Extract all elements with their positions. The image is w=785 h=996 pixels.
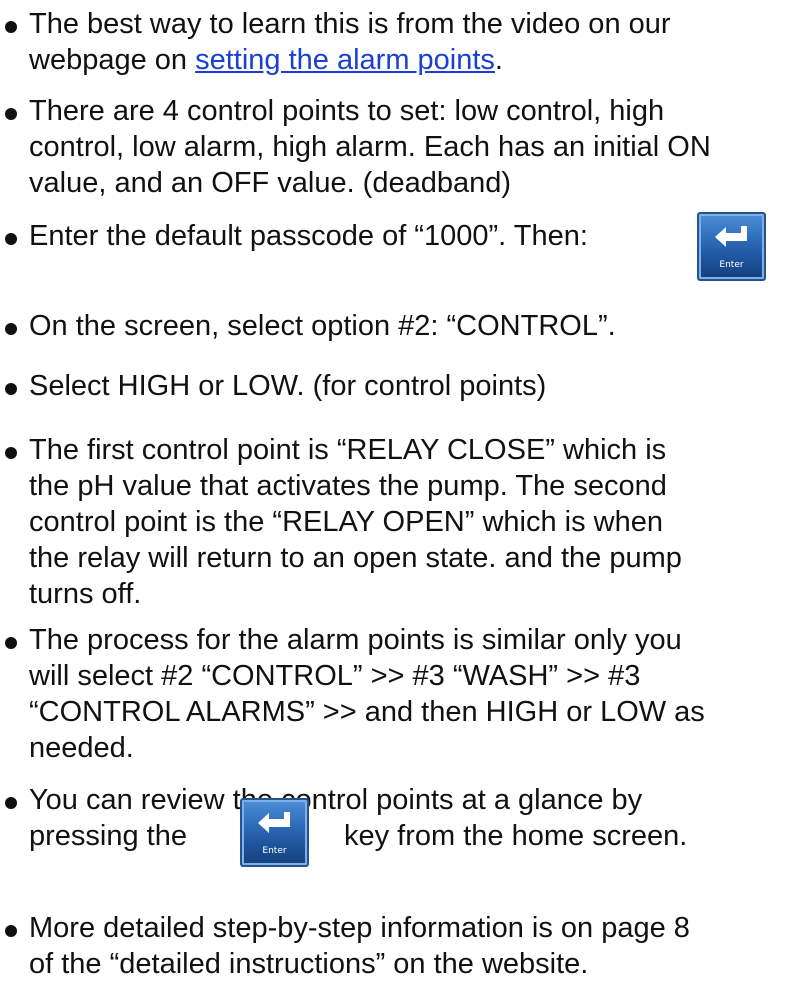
enter-arrow-icon (258, 812, 290, 833)
instruction-page: The best way to learn this is from the v… (0, 0, 785, 996)
enter-key-label: Enter (719, 260, 744, 270)
setting-alarm-points-link[interactable]: setting the alarm points (195, 44, 495, 76)
bullet-icon (5, 233, 17, 245)
enter-key-label: Enter (262, 846, 287, 856)
list-item: The first control point is “RELAY CLOSE”… (0, 432, 785, 612)
bullet-icon (5, 21, 17, 33)
bullet-icon (5, 925, 17, 937)
item-text: The best way to learn this is from the v… (29, 8, 671, 76)
bullet-icon (5, 323, 17, 335)
list-item: More detailed step-by-step information i… (0, 910, 785, 982)
item-text: You can review the control points at a g… (29, 784, 643, 816)
list-item: On the screen, select option #2: “CONTRO… (0, 308, 785, 344)
item-text: Select HIGH or LOW. (for control points) (29, 370, 547, 402)
item-text: More detailed step-by-step information i… (29, 912, 690, 980)
enter-key-button[interactable]: Enter (697, 212, 766, 281)
list-item: Select HIGH or LOW. (for control points) (0, 368, 785, 404)
enter-arrow-icon (715, 226, 747, 247)
bullet-icon (5, 637, 17, 649)
item-text: The first control point is “RELAY CLOSE”… (29, 434, 682, 610)
item-text: The process for the alarm points is simi… (29, 624, 705, 764)
list-item: Enter the default passcode of “1000”. Th… (0, 218, 785, 254)
list-item: There are 4 control points to set: low c… (0, 93, 785, 201)
list-item: The best way to learn this is from the v… (0, 6, 785, 78)
bullet-icon (5, 108, 17, 120)
item-text: Enter the default passcode of “1000”. Th… (29, 220, 588, 252)
list-item: The process for the alarm points is simi… (0, 622, 785, 766)
list-item: You can review the control points at a g… (0, 782, 785, 818)
bullet-icon (5, 797, 17, 809)
item-text: There are 4 control points to set: low c… (29, 95, 711, 199)
item-text: On the screen, select option #2: “CONTRO… (29, 310, 616, 342)
enter-key-button[interactable]: Enter (240, 798, 309, 867)
list-item-continuation: key from the home screen. (344, 820, 688, 852)
bullet-icon (5, 447, 17, 459)
bullet-icon (5, 383, 17, 395)
